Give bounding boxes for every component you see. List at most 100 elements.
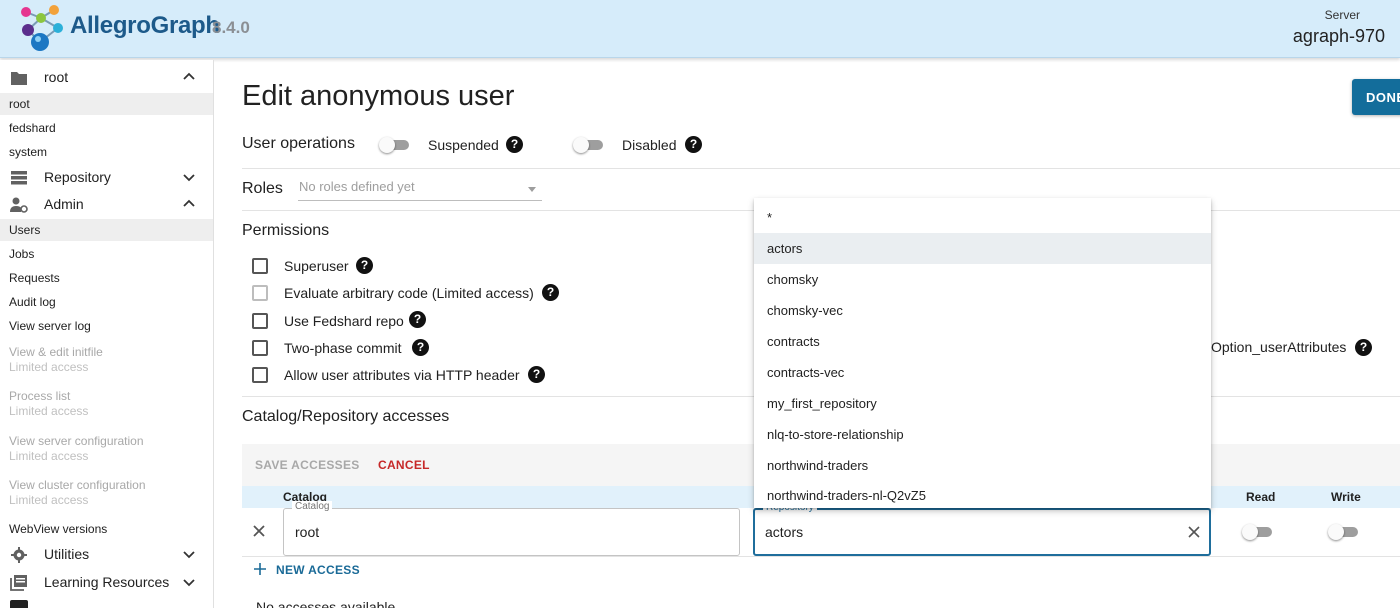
sidebar-group-label: Repository: [44, 169, 111, 185]
help-icon[interactable]: ?: [412, 339, 429, 356]
sidebar-group-catalog[interactable]: root: [0, 64, 213, 92]
read-toggle[interactable]: [1242, 524, 1274, 540]
sidebar-item-webview-versions[interactable]: WebView versions: [0, 518, 213, 540]
divider: [242, 168, 1400, 169]
sidebar-item-view-server-log[interactable]: View server log: [0, 315, 213, 337]
checkbox[interactable]: [252, 258, 268, 274]
dropdown-option[interactable]: contracts-vec: [754, 357, 1211, 388]
checkbox[interactable]: [252, 340, 268, 356]
library-books-icon: [10, 575, 27, 591]
catalog-field-value: root: [295, 524, 320, 540]
toggle-thumb: [573, 137, 589, 153]
app-header: AllegroGraph 8.4.0 Server agraph-970: [0, 0, 1400, 58]
sidebar-item-audit-log[interactable]: Audit log: [0, 291, 213, 313]
sidebar-item-system[interactable]: system: [0, 141, 213, 163]
permission-label: Use Fedshard repo: [284, 313, 404, 329]
sidebar-item-label: View & edit initfile: [9, 345, 103, 359]
admin-user-icon: [10, 197, 28, 213]
dropdown-option[interactable]: contracts: [754, 326, 1211, 357]
help-icon[interactable]: ?: [542, 284, 559, 301]
help-icon[interactable]: ?: [356, 257, 373, 274]
disabled-toggle[interactable]: [573, 137, 605, 153]
repository-dropdown: * actors chomsky chomsky-vec contracts c…: [754, 198, 1211, 508]
gear-icon: [11, 547, 27, 563]
dropdown-option[interactable]: actors: [754, 233, 1211, 264]
suspended-label: Suspended: [428, 137, 499, 153]
sidebar-item-root[interactable]: root: [0, 93, 213, 115]
catalog-field[interactable]: Catalog root: [283, 501, 740, 556]
permissions-title: Permissions: [242, 222, 330, 239]
divider: [242, 556, 1400, 557]
sidebar-item-users[interactable]: Users: [0, 219, 213, 241]
server-label: Server: [1324, 8, 1360, 22]
toggle-thumb: [1328, 524, 1344, 540]
option-user-attributes-label: Option_userAttributes: [1211, 339, 1347, 355]
sidebar-item-label: View server configuration: [9, 434, 144, 448]
chevron-down-icon: [183, 174, 195, 182]
catalog-field-label: Catalog: [292, 501, 333, 512]
folder-icon: [11, 72, 27, 85]
help-icon[interactable]: ?: [685, 136, 702, 153]
toggle-thumb: [1242, 524, 1258, 540]
dropdown-option[interactable]: northwind-traders: [754, 450, 1211, 481]
sidebar-item-cluster-config: View cluster configuration Limited acces…: [0, 478, 213, 512]
permission-label: Superuser: [284, 258, 349, 274]
limited-access-note: Limited access: [9, 404, 89, 418]
sidebar-item-jobs[interactable]: Jobs: [0, 243, 213, 265]
save-accesses-button: SAVE ACCESSES: [255, 458, 360, 472]
sidebar-group-label: Learning Resources: [44, 574, 170, 590]
dropdown-option[interactable]: nlq-to-store-relationship: [754, 419, 1211, 450]
chevron-down-icon: [183, 579, 195, 587]
help-icon[interactable]: ?: [409, 311, 426, 328]
write-toggle[interactable]: [1328, 524, 1360, 540]
chevron-down-icon: [183, 551, 195, 559]
close-icon[interactable]: [252, 524, 266, 538]
sidebar-group-label: root: [44, 69, 69, 85]
clear-icon[interactable]: [1188, 526, 1200, 538]
roles-title: Roles: [242, 180, 283, 197]
limited-access-note: Limited access: [9, 449, 89, 463]
dropdown-option[interactable]: *: [754, 202, 1211, 233]
gruff-icon[interactable]: [10, 600, 28, 608]
help-icon[interactable]: ?: [1355, 339, 1372, 356]
new-access-label: NEW ACCESS: [276, 563, 360, 577]
sidebar-group-utilities[interactable]: Utilities: [0, 541, 213, 569]
toggle-thumb: [379, 137, 395, 153]
suspended-toggle[interactable]: [379, 137, 411, 153]
sidebar-group-learning[interactable]: Learning Resources: [0, 569, 213, 597]
permission-label: Allow user attributes via HTTP header: [284, 367, 520, 383]
no-accesses-text: No accesses available: [256, 599, 396, 608]
repository-field-value: actors: [765, 524, 804, 540]
checkbox[interactable]: [252, 313, 268, 329]
done-button[interactable]: DONE: [1352, 79, 1400, 115]
sidebar-item-requests[interactable]: Requests: [0, 267, 213, 289]
accesses-title: Catalog/Repository accesses: [242, 408, 450, 425]
limited-access-note: Limited access: [9, 360, 89, 374]
sidebar: root root fedshard system Repository Adm…: [0, 60, 214, 608]
dropdown-option[interactable]: northwind-traders-nl-Q2vZ5: [754, 480, 1211, 508]
user-operations-title: User operations: [242, 135, 355, 152]
disabled-label: Disabled: [622, 137, 677, 153]
sidebar-item-label: Process list: [9, 389, 71, 403]
dropdown-option[interactable]: chomsky-vec: [754, 295, 1211, 326]
dropdown-option[interactable]: my_first_repository: [754, 388, 1211, 419]
allegrograph-logo-icon[interactable]: [14, 4, 68, 54]
checkbox: [252, 285, 268, 301]
sidebar-group-label: Admin: [44, 196, 84, 212]
repository-field[interactable]: Repository actors: [753, 502, 1211, 556]
help-icon[interactable]: ?: [528, 366, 545, 383]
chevron-up-icon: [183, 72, 195, 80]
permission-label: Evaluate arbitrary code (Limited access): [284, 285, 534, 301]
storage-icon: [11, 171, 27, 185]
checkbox[interactable]: [252, 367, 268, 383]
roles-placeholder: No roles defined yet: [299, 179, 415, 194]
sidebar-group-admin[interactable]: Admin: [0, 191, 213, 219]
help-icon[interactable]: ?: [506, 136, 523, 153]
caret-down-icon: [528, 187, 536, 192]
roles-select[interactable]: No roles defined yet: [298, 177, 542, 201]
sidebar-item-fedshard[interactable]: fedshard: [0, 117, 213, 139]
dropdown-option[interactable]: chomsky: [754, 264, 1211, 295]
plus-icon: [254, 563, 266, 575]
cancel-button[interactable]: CANCEL: [378, 458, 430, 472]
sidebar-group-repository[interactable]: Repository: [0, 164, 213, 192]
